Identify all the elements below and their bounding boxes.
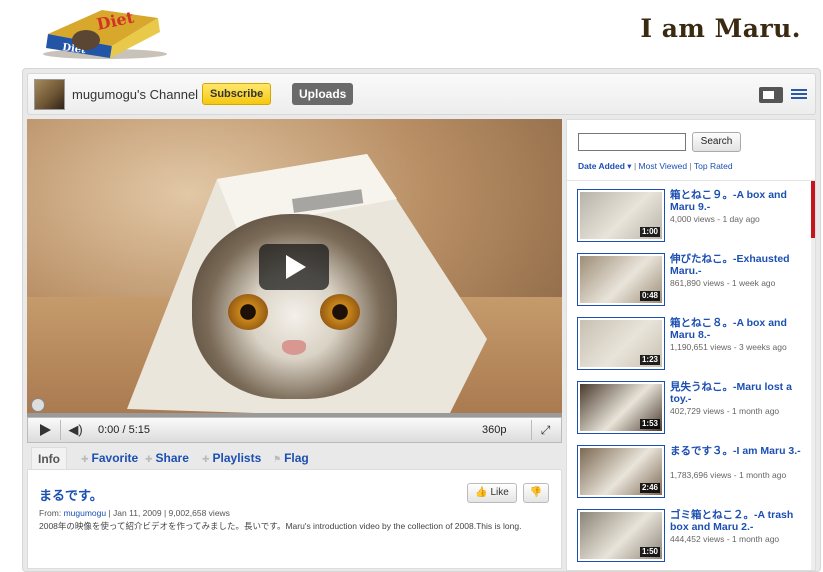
video-stats: 402,729 views - 1 month ago: [670, 406, 780, 416]
video-link[interactable]: 箱とねこ９。-A box and Maru 9.-: [670, 189, 804, 213]
video-info-panel: まるです。 👍 Like 👎 From: mugumogu | Jan 11, …: [27, 469, 562, 569]
thumbs-down-icon: 👎: [529, 487, 543, 498]
dislike-button[interactable]: 👎: [523, 483, 549, 503]
chevron-down-icon: ▾: [627, 161, 632, 171]
sort-most-viewed[interactable]: Most Viewed: [639, 161, 688, 171]
quality-button[interactable]: 360p: [482, 424, 506, 436]
tab-playlists[interactable]: ✚ Playlists: [202, 447, 261, 469]
thumbs-up-icon: 👍: [475, 487, 488, 498]
video-player[interactable]: [27, 119, 562, 417]
duration-badge: 2:46: [639, 483, 660, 493]
progress-handle[interactable]: [31, 398, 45, 412]
list-item[interactable]: 1:00 箱とねこ９。-A box and Maru 9.- 4,000 views…: [577, 189, 809, 245]
video-stats: 1,783,696 views - 1 month ago: [670, 470, 787, 480]
time-readout: 0:00 / 5:15: [98, 424, 150, 436]
header-banner: Diet Diet I am Maru.: [0, 0, 823, 66]
speaker-icon[interactable]: ◀): [60, 420, 90, 440]
tab-favorite[interactable]: ✚ Favorite: [81, 447, 138, 469]
video-tabs: Info ✚ Favorite ✚ Share ✚ Playlists ⚑ Flag: [27, 447, 562, 469]
sort-top-rated[interactable]: Top Rated: [694, 161, 733, 171]
diet-box-logo[interactable]: Diet Diet: [40, 4, 170, 60]
list-item[interactable]: 2:46 まるです３。-I am Maru 3.- 1,783,696 views …: [577, 445, 809, 501]
search-button[interactable]: Search: [692, 132, 741, 152]
channel-avatar[interactable]: [34, 79, 65, 110]
search-input[interactable]: [578, 133, 686, 151]
video-thumbnail[interactable]: 1:23: [577, 317, 665, 370]
list-item[interactable]: 1:53 見失うねこ。-Maru lost a toy.- 402,729 view…: [577, 381, 809, 437]
list-view-icon[interactable]: [791, 89, 807, 100]
video-stats: 1,190,651 views - 3 weeks ago: [670, 342, 787, 352]
video-link[interactable]: まるです３。-I am Maru 3.-: [670, 445, 804, 457]
uploads-sidebar: Search Date Added ▾ | Most Viewed | Top …: [566, 119, 816, 571]
video-link[interactable]: 見失うねこ。-Maru lost a toy.-: [670, 381, 804, 405]
video-thumbnail[interactable]: 1:53: [577, 381, 665, 434]
sort-links: Date Added ▾ | Most Viewed | Top Rated: [578, 161, 733, 171]
player-view-icon[interactable]: [759, 87, 783, 103]
video-title: まるです。: [39, 488, 103, 503]
duration-badge: 1:53: [639, 419, 660, 429]
video-thumbnail[interactable]: 0:48: [577, 253, 665, 306]
uploader-link[interactable]: mugumogu: [64, 508, 107, 518]
big-play-button[interactable]: [259, 244, 329, 290]
video-stats: 444,452 views - 1 month ago: [670, 534, 780, 544]
site-title: I am Maru.: [640, 14, 801, 43]
subscribe-button[interactable]: Subscribe: [202, 83, 272, 105]
tab-flag[interactable]: ⚑ Flag: [273, 447, 309, 469]
duration-badge: 1:50: [639, 547, 660, 557]
video-list: 1:00 箱とねこ９。-A box and Maru 9.- 4,000 views…: [567, 180, 815, 570]
video-thumbnail[interactable]: 1:00: [577, 189, 665, 242]
tab-info[interactable]: Info: [31, 447, 67, 469]
like-button[interactable]: 👍 Like: [467, 483, 517, 503]
channel-name[interactable]: mugumogu's Channel: [72, 87, 198, 102]
video-thumbnail[interactable]: 2:46: [577, 445, 665, 498]
video-stats: 4,000 views - 1 day ago: [670, 214, 760, 224]
video-thumbnail[interactable]: 1:50: [577, 509, 665, 562]
cat-face: [192, 214, 397, 399]
uploads-tab[interactable]: Uploads: [292, 83, 354, 105]
video-link[interactable]: 箱とねこ８。-A box and Maru 8.-: [670, 317, 804, 341]
channel-frame: mugumogu's Channel Subscribe Uploads ◀) …: [22, 68, 821, 572]
list-item[interactable]: 0:48 伸びたねこ。-Exhausted Maru.- 861,890 views…: [577, 253, 809, 309]
video-link[interactable]: ゴミ箱とねこ２。-A trash box and Maru 2.-: [670, 509, 804, 533]
duration-badge: 0:48: [639, 291, 660, 301]
video-description: 2008年の映像を使って紹介ビデオを作ってみました。長いです。Maru's in…: [39, 521, 522, 531]
video-link[interactable]: 伸びたねこ。-Exhausted Maru.-: [670, 253, 804, 277]
sort-date-added[interactable]: Date Added ▾: [578, 161, 632, 171]
duration-badge: 1:23: [639, 355, 660, 365]
video-stats: 861,890 views - 1 week ago: [670, 278, 776, 288]
player-controls: ◀) 0:00 / 5:15 360p ⤢: [27, 417, 562, 443]
play-icon[interactable]: [31, 420, 57, 440]
duration-badge: 1:00: [639, 227, 660, 237]
video-meta: From: mugumogu | Jan 11, 2009 | 9,002,65…: [39, 508, 230, 518]
fullscreen-icon[interactable]: ⤢: [531, 420, 559, 440]
tab-share[interactable]: ✚ Share: [145, 447, 189, 469]
channel-bar: mugumogu's Channel Subscribe Uploads: [27, 73, 816, 115]
list-item[interactable]: 1:23 箱とねこ８。-A box and Maru 8.- 1,190,651 v…: [577, 317, 809, 373]
list-item[interactable]: 1:50 ゴミ箱とねこ２。-A trash box and Maru 2.- 444…: [577, 509, 809, 565]
